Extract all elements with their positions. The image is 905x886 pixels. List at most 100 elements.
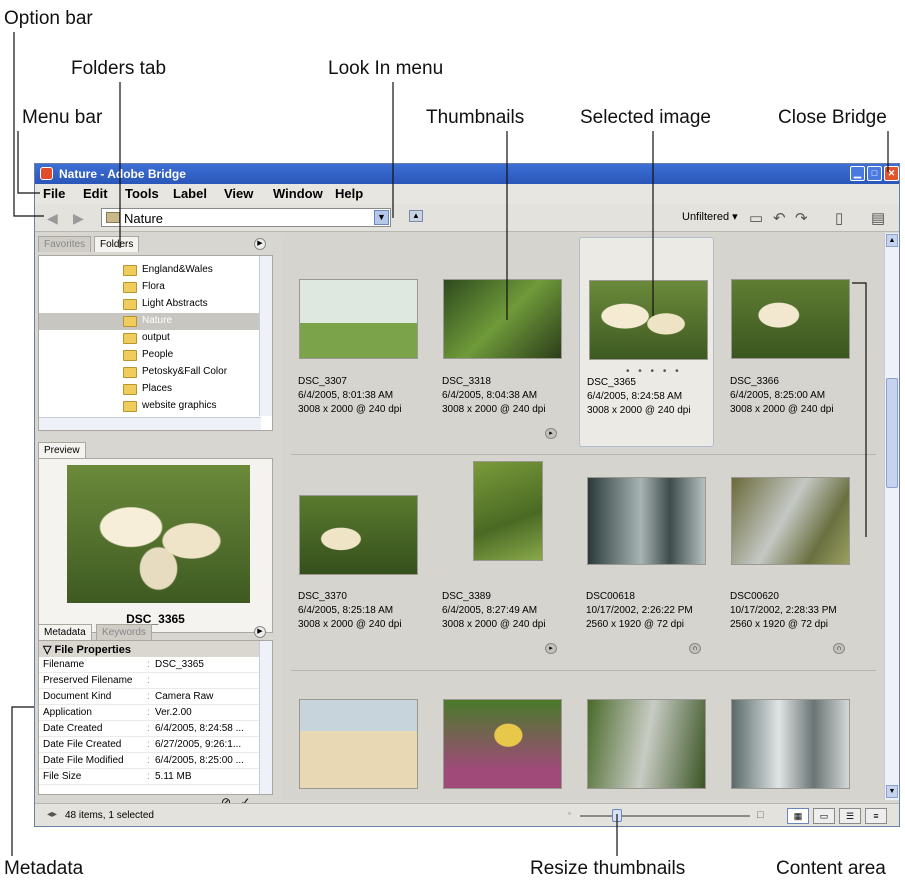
camera-raw-badge-icon: ▸ [545,643,557,654]
thumbnail-cell[interactable]: DSC00620 10/17/2002, 2:28:33 PM 2560 x 192… [723,455,858,665]
details-view-button[interactable]: ☰ [839,808,861,824]
panel-menu-icon[interactable]: ▶ [254,238,266,250]
folder-icon [123,282,137,293]
forward-arrow-icon[interactable]: ▶ [73,210,84,227]
thumbnail-image[interactable] [731,699,850,789]
scrollbar-thumb[interactable] [886,378,898,488]
folder-item[interactable]: England&Wales [39,262,261,279]
metadata-scrollbar[interactable] [259,641,272,794]
folder-icon [123,299,137,310]
thumbnail-image[interactable] [299,279,418,359]
close-bridge-callout: Close Bridge [778,107,887,128]
large-thumb-icon: □ [757,809,764,821]
folder-item-selected[interactable]: Nature [39,313,261,330]
thumbnail-size-slider-track[interactable] [580,815,750,817]
thumbnail-cell[interactable]: DSC00618 10/17/2002, 2:26:22 PM 2560 x 192… [579,455,714,665]
folder-item[interactable]: Flora [39,279,261,296]
thumbnail-cell[interactable]: DSC_3307 6/4/2005, 8:01:38 AM 3008 x 2000 … [291,239,426,449]
thumbnail-cell[interactable]: DSC_3366 6/4/2005, 8:25:00 AM 3008 x 2000 … [723,239,858,449]
folder-item[interactable]: Light Abstracts [39,296,261,313]
thumbnail-image[interactable] [731,477,850,565]
tab-folders[interactable]: Folders [94,236,140,252]
content-scrollbar[interactable]: ▲ ▼ [884,233,899,800]
menu-view[interactable]: View [224,186,253,201]
camera-raw-badge-icon: ▸ [545,428,557,439]
tab-favorites[interactable]: Favorites [38,236,92,252]
thumbnail-size-slider[interactable] [612,809,622,822]
thumbnail-cell-selected[interactable]: • • • • • DSC_3365 6/4/2005, 8:24:58 AM 30… [579,237,714,447]
back-arrow-icon[interactable]: ◀ [47,210,58,227]
thumbnail-image[interactable] [473,461,543,561]
thumbnail-meta: DSC_3366 6/4/2005, 8:25:00 AM 3008 x 2000 … [730,376,834,415]
folder-icon [123,316,137,327]
thumbnail-image[interactable] [299,495,418,575]
thumbnail-cell[interactable] [291,671,426,800]
filter-menu[interactable]: Unfiltered ▾ [682,210,738,223]
chevron-down-icon[interactable]: ▼ [374,210,389,225]
folder-icon [123,333,137,344]
thumbnails-callout: Thumbnails [426,107,525,128]
tab-keywords[interactable]: Keywords [96,624,152,640]
thumbnails-view-button[interactable]: ▦ [787,808,809,824]
versions-view-button[interactable]: ≡ [865,808,887,824]
folder-up-icon[interactable]: ▲ [409,210,423,222]
thumbnail-image[interactable] [299,699,418,789]
folder-item[interactable]: People [39,347,261,364]
status-bar: ◂▸ 48 items, 1 selected ▫ □ ▦ ▭ ☰ ≡ [35,803,899,826]
panel-toggle-icon[interactable]: ◂▸ [47,809,57,820]
tab-metadata[interactable]: Metadata [38,624,92,640]
menu-file[interactable]: File [43,186,65,201]
thumbnail-cell[interactable] [579,671,714,800]
menu-bar-callout: Menu bar [22,107,103,128]
metadata-row: Filename: DSC_3365 [39,657,261,673]
menu-window[interactable]: Window [273,186,323,201]
look-in-menu[interactable]: Nature ▼ [101,208,391,227]
thumbnail-image[interactable] [587,477,706,565]
menu-bar: File Edit Tools Label View Window Help [35,184,899,204]
file-properties-section[interactable]: ▽ File Properties [39,641,261,657]
compact-mode-icon[interactable]: ▤ [871,209,885,227]
maximize-button[interactable]: □ [867,166,882,181]
thumbnail-image[interactable] [731,279,850,359]
folder-horizontal-scrollbar[interactable] [39,417,261,430]
scroll-down-icon[interactable]: ▼ [886,785,898,798]
rotate-left-icon[interactable]: ↶ [773,209,786,227]
thumbnail-meta: DSC_3389 6/4/2005, 8:27:49 AM 3008 x 2000 … [442,591,546,630]
menu-label[interactable]: Label [173,186,207,201]
menu-tools[interactable]: Tools [125,186,159,201]
folder-vertical-scrollbar[interactable] [259,256,272,416]
thumbnail-image[interactable] [587,699,706,789]
thumbnail-image[interactable] [443,279,562,359]
folder-item[interactable]: Petosky&Fall Color [39,364,261,381]
panel-menu-icon[interactable]: ▶ [254,626,266,638]
option-bar-callout: Option bar [4,8,93,29]
thumbnail-meta: DSC_3307 6/4/2005, 8:01:38 AM 3008 x 2000 … [298,376,402,415]
thumbnail-cell[interactable]: DSC_3389 6/4/2005, 8:27:49 AM 3008 x 2000 … [435,455,570,665]
folder-icon [123,401,137,412]
folder-item[interactable]: output [39,330,261,347]
thumbnail-image[interactable] [443,699,562,789]
thumbnail-cell[interactable]: DSC_3318 6/4/2005, 8:04:38 AM 3008 x 2000 … [435,239,570,449]
thumbnail-meta: DSC_3365 6/4/2005, 8:24:58 AM 3008 x 2000 … [587,377,691,416]
new-folder-icon[interactable]: ▭ [749,209,763,227]
rotate-right-icon[interactable]: ↷ [795,209,808,227]
thumbnail-image[interactable] [589,280,708,360]
thumbnail-cell[interactable] [435,671,570,800]
close-bridge-button[interactable]: ✕ [884,166,899,181]
filmstrip-view-button[interactable]: ▭ [813,808,835,824]
menu-edit[interactable]: Edit [83,186,108,201]
thumbnail-cell[interactable] [723,671,858,800]
window-title: Nature - Adobe Bridge [59,167,186,181]
folder-item[interactable]: website graphics [39,398,261,415]
folders-tab-callout: Folders tab [71,58,167,79]
scroll-up-icon[interactable]: ▲ [886,234,898,247]
menu-help[interactable]: Help [335,186,363,201]
trash-icon[interactable]: ▯ [835,209,843,227]
minimize-button[interactable]: ▁ [850,166,865,181]
metadata-row: Date Created:6/4/2005, 8:24:58 ... [39,721,261,737]
folder-item[interactable]: Places [39,381,261,398]
tab-preview[interactable]: Preview [38,442,86,458]
folder-icon [123,265,137,276]
lock-badge-icon: ∩ [833,643,845,654]
thumbnail-cell[interactable]: DSC_3370 6/4/2005, 8:25:18 AM 3008 x 2000 … [291,455,426,665]
